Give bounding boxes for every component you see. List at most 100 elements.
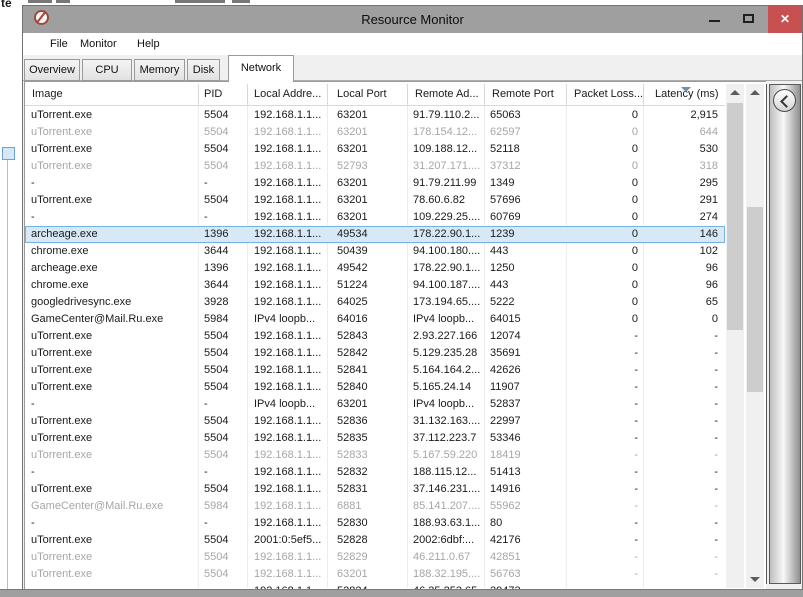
tab-cpu[interactable]: CPU bbox=[82, 59, 132, 81]
table-row[interactable]: uTorrent.exe5504192.168.1.1...528335.167… bbox=[25, 447, 725, 464]
cell-local_address: 192.168.1.1... bbox=[254, 566, 334, 583]
cell-local_port: 6881 bbox=[337, 498, 407, 515]
scroll-down-button[interactable] bbox=[746, 571, 764, 588]
tab-network[interactable]: Network bbox=[228, 55, 294, 82]
table-row[interactable]: --192.168.1.1...52832188.115.12...51413-… bbox=[25, 464, 725, 481]
column-header-image[interactable]: Image bbox=[32, 84, 63, 105]
table-row[interactable]: uTorrent.exe5504192.168.1.1...528425.129… bbox=[25, 345, 725, 362]
column-header-packet_loss[interactable]: Packet Loss... bbox=[574, 84, 643, 105]
menu-help[interactable]: Help bbox=[137, 33, 160, 55]
table-scrollbar[interactable] bbox=[726, 84, 744, 588]
table-row[interactable]: uTorrent.exe5504192.168.1.1...5279331.20… bbox=[25, 158, 725, 175]
table-row[interactable]: uTorrent.exe5504192.168.1.1...528405.165… bbox=[25, 379, 725, 396]
menu-monitor[interactable]: Monitor bbox=[80, 33, 117, 55]
tab-disk[interactable]: Disk bbox=[187, 59, 220, 81]
cell-remote_address: 178.154.12... bbox=[413, 124, 487, 141]
cell-remote_address: 178.22.90.1... bbox=[413, 226, 487, 243]
cell-local_port: 63201 bbox=[337, 175, 407, 192]
cell-latency: 274 bbox=[645, 209, 718, 226]
table-row[interactable]: GameCenter@Mail.Ru.exe5984192.168.1.1...… bbox=[25, 498, 725, 515]
close-button[interactable]: ✕ bbox=[768, 6, 802, 33]
table-row[interactable]: chrome.exe3644192.168.1.1...5122494.100.… bbox=[25, 277, 725, 294]
background-artifact bbox=[56, 0, 70, 3]
table-row[interactable]: GameCenter@Mail.Ru.exe5984IPv4 loopb...6… bbox=[25, 311, 725, 328]
collapsed-chart-panel bbox=[769, 84, 801, 584]
cell-remote_address: 78.60.6.82 bbox=[413, 192, 487, 209]
cell-local_port: 52828 bbox=[337, 532, 407, 549]
cell-packet_loss: - bbox=[542, 362, 638, 379]
cell-remote_address: 188.115.12... bbox=[413, 464, 487, 481]
cell-image: uTorrent.exe bbox=[31, 379, 201, 396]
cell-local_address: 192.168.1.1... bbox=[254, 481, 334, 498]
table-row[interactable]: uTorrent.exe5504192.168.1.1...5283137.14… bbox=[25, 481, 725, 498]
table-scrollbar-thumb[interactable] bbox=[727, 103, 743, 330]
cell-image: uTorrent.exe bbox=[31, 413, 201, 430]
table-row[interactable]: archeage.exe1396192.168.1.1...49542178.2… bbox=[25, 260, 725, 277]
column-header-local_port[interactable]: Local Port bbox=[337, 84, 387, 105]
cell-latency: - bbox=[645, 328, 718, 345]
table-row[interactable]: googledrivesync.exe3928192.168.1.1...640… bbox=[25, 294, 725, 311]
column-header-remote_port[interactable]: Remote Port bbox=[492, 84, 554, 105]
scroll-up-button[interactable] bbox=[726, 84, 744, 101]
table-row[interactable]: --192.168.1.1...63201109.229.25....60769… bbox=[25, 209, 725, 226]
pane-scrollbar[interactable] bbox=[746, 84, 764, 588]
cell-image: - bbox=[31, 464, 201, 481]
tab-overview[interactable]: Overview bbox=[24, 59, 80, 81]
cell-local_address: 192.168.1.1... bbox=[254, 379, 334, 396]
cell-local_address: 192.168.1.1... bbox=[254, 498, 334, 515]
table-row[interactable]: --IPv4 loopb...63201IPv4 loopb...52837-- bbox=[25, 396, 725, 413]
table-row[interactable]: uTorrent.exe5504192.168.1.1...5283631.13… bbox=[25, 413, 725, 430]
menu-file[interactable]: File bbox=[50, 33, 68, 55]
table-row[interactable]: chrome.exe3644192.168.1.1...5043994.100.… bbox=[25, 243, 725, 260]
table-row[interactable]: --192.168.1.1...5282446.35.253.6529473-- bbox=[25, 583, 725, 589]
expand-panel-button[interactable] bbox=[773, 89, 796, 112]
cell-local_port: 63201 bbox=[337, 209, 407, 226]
cell-latency: - bbox=[645, 566, 718, 583]
table-row[interactable]: archeage.exe1396192.168.1.1...49534178.2… bbox=[25, 226, 725, 243]
table-row[interactable]: --192.168.1.1...6320191.79.211.991349029… bbox=[25, 175, 725, 192]
cell-pid: 5504 bbox=[204, 345, 249, 362]
column-header-pid[interactable]: PID bbox=[204, 84, 222, 105]
cell-packet_loss: - bbox=[542, 413, 638, 430]
scroll-up-button[interactable] bbox=[746, 84, 764, 101]
table-row[interactable]: uTorrent.exe5504192.168.1.1...5282946.21… bbox=[25, 549, 725, 566]
cell-image: chrome.exe bbox=[31, 243, 201, 260]
cell-packet_loss: - bbox=[542, 515, 638, 532]
cell-local_address: 192.168.1.1... bbox=[254, 464, 334, 481]
cell-local_port: 52832 bbox=[337, 464, 407, 481]
maximize-button[interactable] bbox=[733, 6, 765, 33]
table-row[interactable]: --192.168.1.1...52830188.93.63.1...80-- bbox=[25, 515, 725, 532]
table-row[interactable]: uTorrent.exe5504192.168.1.1...5283537.11… bbox=[25, 430, 725, 447]
table-row[interactable]: uTorrent.exe5504192.168.1.1...528432.93.… bbox=[25, 328, 725, 345]
cell-image: uTorrent.exe bbox=[31, 328, 201, 345]
column-header-local_address[interactable]: Local Addre... bbox=[254, 84, 321, 105]
cell-latency: 644 bbox=[645, 124, 718, 141]
background-window-edge bbox=[7, 155, 8, 589]
table-row[interactable]: uTorrent.exe5504192.168.1.1...63201109.1… bbox=[25, 141, 725, 158]
table-row[interactable]: uTorrent.exe5504192.168.1.1...6320191.79… bbox=[25, 107, 725, 124]
table-row[interactable]: uTorrent.exe5504192.168.1.1...63201188.3… bbox=[25, 566, 725, 583]
column-header-remote_address[interactable]: Remote Ad... bbox=[415, 84, 479, 105]
cell-local_address: 192.168.1.1... bbox=[254, 362, 334, 379]
cell-local_port: 63201 bbox=[337, 192, 407, 209]
cell-image: GameCenter@Mail.Ru.exe bbox=[31, 498, 201, 515]
table-row[interactable]: uTorrent.exe55042001:0:5ef5...528282002:… bbox=[25, 532, 725, 549]
cell-pid: 5504 bbox=[204, 447, 249, 464]
cell-local_port: 52836 bbox=[337, 413, 407, 430]
pane-scrollbar-thumb[interactable] bbox=[747, 207, 763, 392]
cell-latency: 146 bbox=[645, 226, 718, 243]
cell-pid: - bbox=[204, 583, 249, 589]
cell-local_address: 192.168.1.1... bbox=[254, 226, 334, 243]
table-row[interactable]: uTorrent.exe5504192.168.1.1...528415.164… bbox=[25, 362, 725, 379]
table-row[interactable]: uTorrent.exe5504192.168.1.1...6320178.60… bbox=[25, 192, 725, 209]
table-row[interactable]: uTorrent.exe5504192.168.1.1...63201178.1… bbox=[25, 124, 725, 141]
cell-local_address: 192.168.1.1... bbox=[254, 583, 334, 589]
cell-latency: - bbox=[645, 430, 718, 447]
cell-pid: 5504 bbox=[204, 549, 249, 566]
cell-latency: - bbox=[645, 447, 718, 464]
cell-image: uTorrent.exe bbox=[31, 158, 201, 175]
minimize-button[interactable] bbox=[699, 6, 731, 33]
tab-memory[interactable]: Memory bbox=[134, 59, 185, 81]
cell-latency: - bbox=[645, 345, 718, 362]
titlebar[interactable]: Resource Monitor bbox=[23, 6, 802, 33]
